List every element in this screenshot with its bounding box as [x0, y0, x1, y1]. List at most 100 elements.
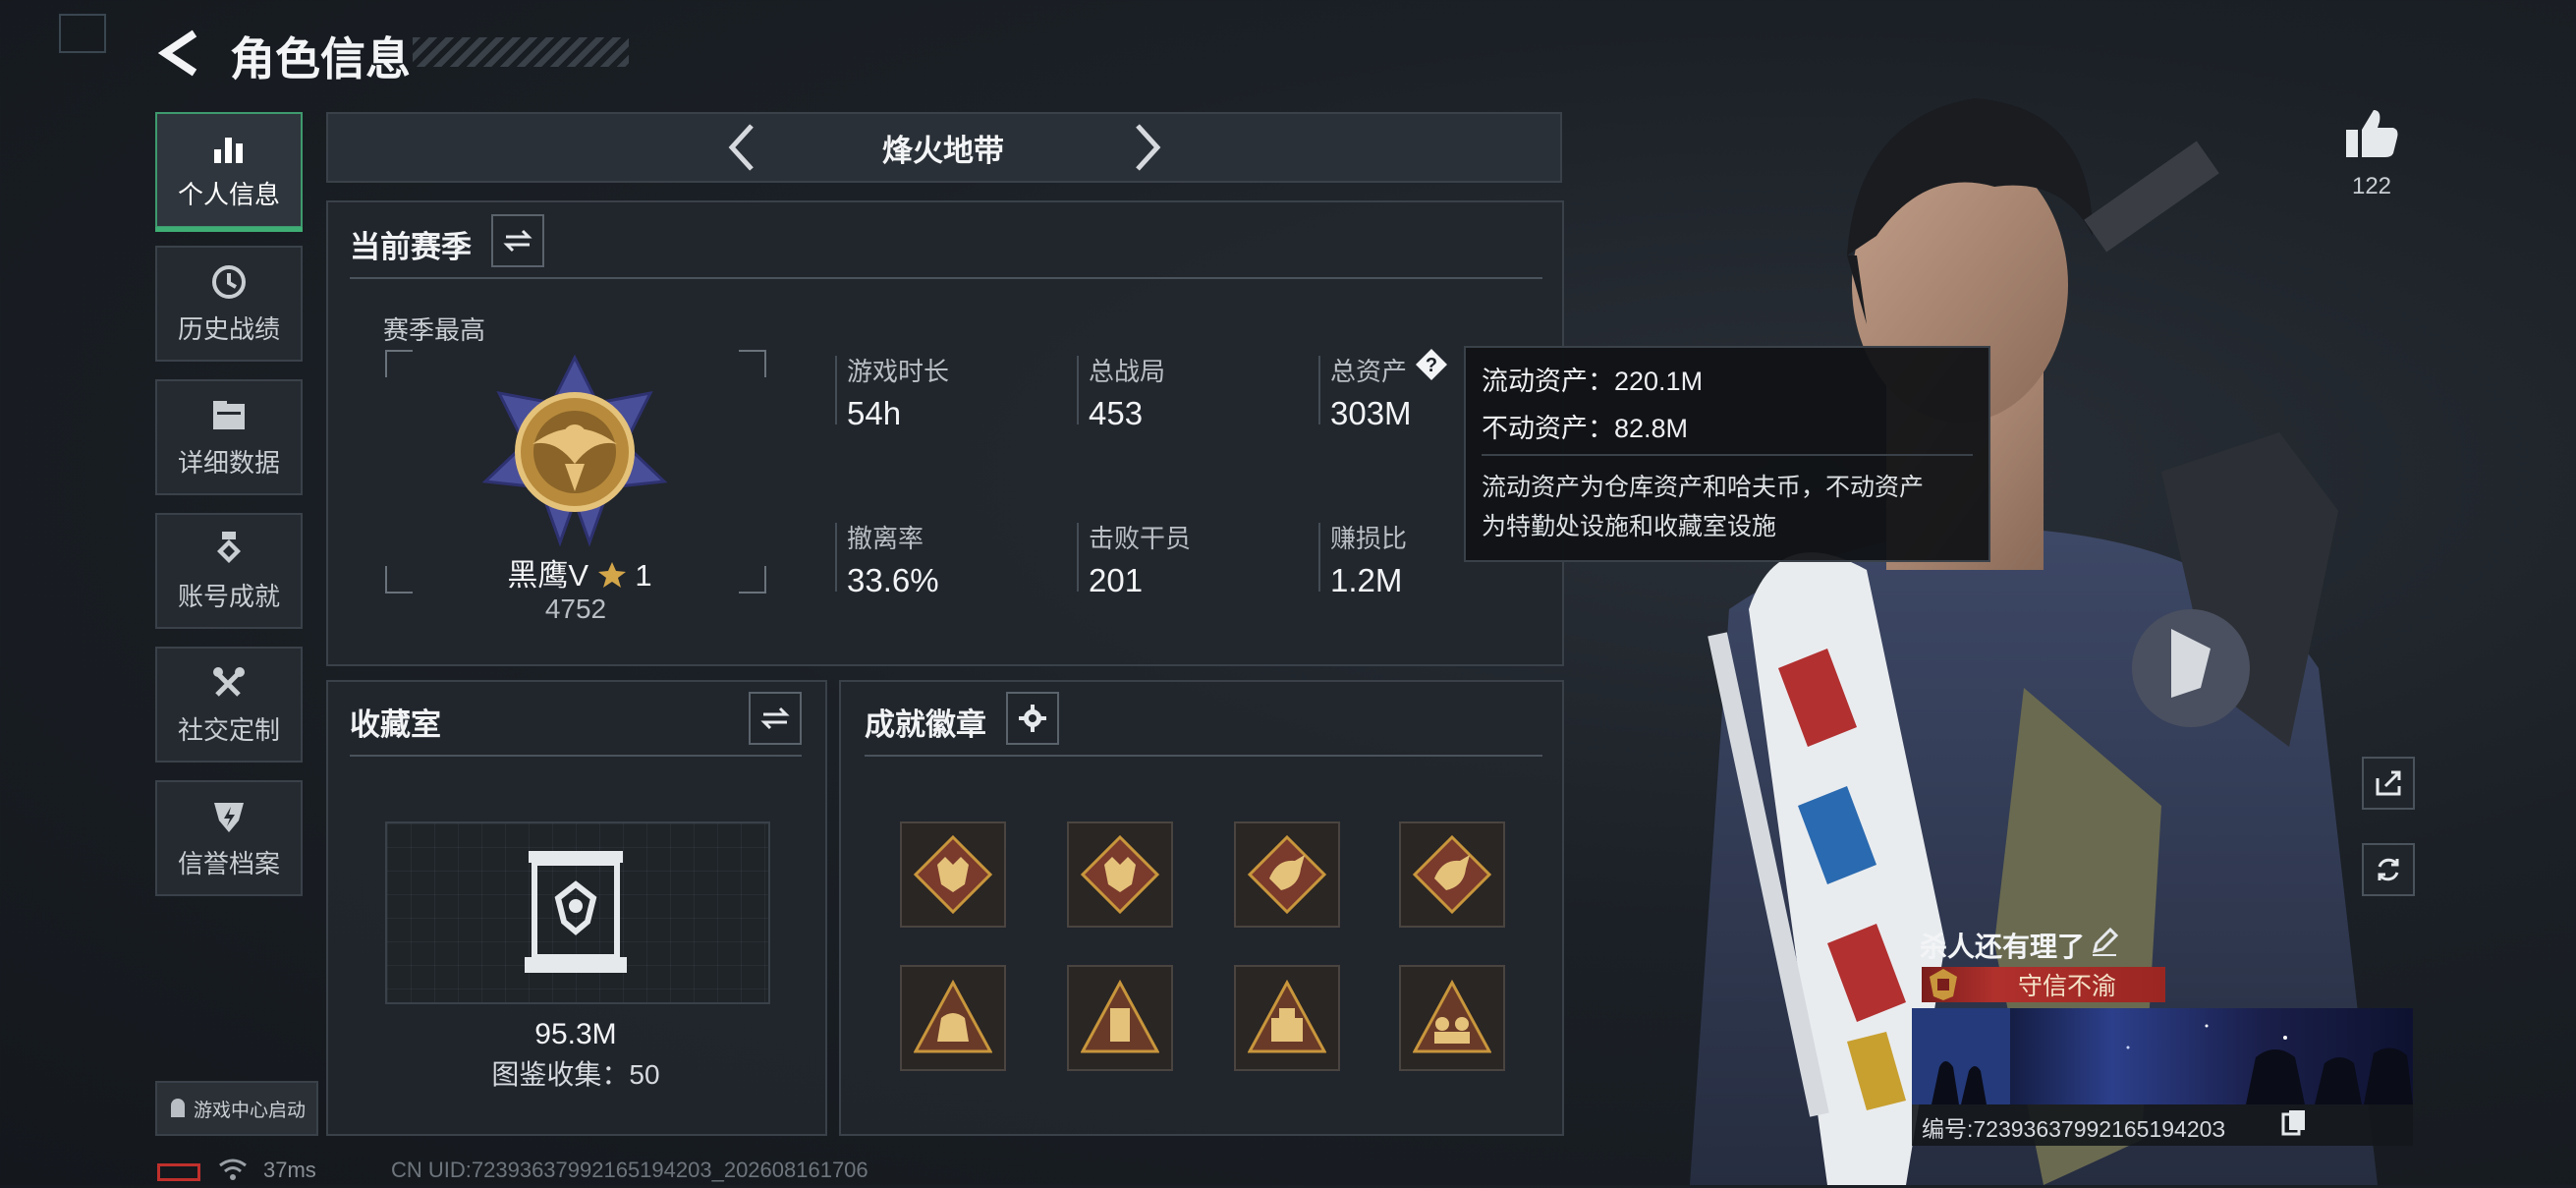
dragon-badge-icon [1413, 835, 1491, 914]
switch-arrows-icon [760, 707, 790, 730]
tooltip-fixed-assets: 不动资产：82.8M [1482, 414, 1689, 443]
like-button[interactable] [2342, 106, 2401, 161]
like-count: 122 [2351, 173, 2392, 199]
achievements-title: 成就徽章 [865, 707, 986, 742]
assets-tooltip: 流动资产：220.1M 不动资产：82.8M 流动资产为仓库资产和哈夫币，不动资… [1464, 346, 1990, 562]
profile-banner[interactable] [1912, 1008, 2413, 1104]
wifi-signal-icon [219, 1159, 247, 1180]
stat-value-profit-ratio: 1.2M [1330, 562, 1403, 598]
bag-badge-icon [914, 979, 992, 1053]
sidebar-item-label: 详细数据 [177, 447, 280, 478]
back-button[interactable] [155, 28, 204, 79]
game-center-button[interactable]: 游戏中心启动 [155, 1081, 318, 1136]
achievement-badge-2[interactable] [1067, 821, 1173, 928]
collection-divider [350, 755, 802, 757]
sidebar-item-personal-info[interactable]: 个人信息 [155, 112, 303, 232]
achievements-settings-button[interactable] [1006, 692, 1059, 745]
wolf-badge-icon [914, 835, 992, 914]
star-icon [597, 562, 626, 588]
mode-next-button[interactable] [1128, 118, 1167, 177]
rank-stars: 1 [635, 558, 652, 593]
refresh-button[interactable] [2362, 843, 2415, 896]
sidebar-item-social-custom[interactable]: 社交定制 [155, 647, 303, 763]
edit-nickname-button[interactable] [2089, 926, 2120, 957]
collection-switch-button[interactable] [749, 692, 802, 745]
stat-bar [835, 356, 837, 424]
achievement-badge-5[interactable] [900, 965, 1006, 1071]
share-button[interactable] [2362, 757, 2415, 810]
title-badge: 守信不渝 [1922, 967, 2165, 1002]
title-stripes [413, 37, 629, 67]
stat-value-playtime: 54h [847, 395, 902, 431]
uid-label: CN UID:72393637992165194203_202608161706 [391, 1158, 868, 1182]
pencil-icon [2092, 927, 2119, 956]
stat-label-total-assets: 总资产 [1330, 357, 1408, 386]
sidebar-item-label: 个人信息 [177, 179, 280, 209]
player-nickname: 杀人还有理了 [1920, 932, 2086, 962]
stat-label-extract-rate: 撤离率 [847, 524, 924, 553]
assets-help-icon[interactable]: ? [1415, 348, 1448, 381]
frame-corner [59, 14, 106, 53]
stat-bar [1077, 356, 1079, 424]
collection-title: 收藏室 [350, 707, 441, 742]
tooltip-liquid-assets: 流动资产：220.1M [1482, 367, 1704, 396]
dragon-badge-icon [1248, 835, 1326, 914]
thumbs-up-icon [2346, 110, 2398, 157]
game-center-label: 游戏中心启动 [193, 1100, 306, 1121]
wrench-tools-icon [213, 666, 245, 697]
rank-name-text: 黑鹰V [507, 558, 589, 593]
achievements-divider [865, 755, 1542, 757]
mode-label: 烽火地带 [882, 134, 1004, 168]
sidebar-item-reputation[interactable]: 信誉档案 [155, 780, 303, 896]
collection-catalog: 图鉴收集：50 [491, 1059, 660, 1090]
achievement-badge-7[interactable] [1234, 965, 1340, 1071]
copy-serial-button[interactable] [2279, 1106, 2309, 1136]
wolf-badge-icon [1081, 835, 1159, 914]
season-highest-label: 赛季最高 [383, 315, 486, 345]
sidebar-item-detail-data[interactable]: 详细数据 [155, 379, 303, 495]
stat-label-kills: 击败干员 [1089, 524, 1192, 553]
season-divider [350, 277, 1542, 279]
stat-value-extract-rate: 33.6% [847, 562, 939, 598]
stat-value-total-matches: 453 [1089, 395, 1144, 431]
stat-label-playtime: 游戏时长 [847, 357, 950, 386]
stat-bar [1077, 523, 1079, 592]
sidebar-item-history[interactable]: 历史战绩 [155, 246, 303, 362]
rank-name: 黑鹰V 1 [491, 550, 668, 594]
collection-value: 95.3M [534, 1018, 617, 1050]
copy-icon [2281, 1110, 2305, 1136]
stat-label-profit-ratio: 赚损比 [1330, 524, 1408, 553]
achievement-badge-1[interactable] [900, 821, 1006, 928]
profile-serial: 编号:7239363799216519420З [1922, 1116, 2226, 1142]
sidebar-item-label: 信誉档案 [177, 848, 280, 878]
squad-badge-icon [1413, 979, 1491, 1053]
tooltip-divider [1482, 454, 1973, 456]
folder-icon [213, 400, 245, 429]
crate-badge-icon [1248, 979, 1326, 1053]
display-case [525, 849, 627, 975]
title-emblem-icon [1930, 969, 1957, 1000]
stat-bar [1318, 356, 1320, 424]
switch-arrows-icon [503, 229, 532, 253]
title-badge-label: 守信不渝 [2018, 973, 2117, 1000]
chevron-left-icon [728, 124, 754, 171]
chevron-right-icon [1136, 124, 1161, 171]
achievement-badge-6[interactable] [1067, 965, 1173, 1071]
achievement-badge-4[interactable] [1399, 821, 1505, 928]
mode-prev-button[interactable] [722, 118, 761, 177]
season-switch-button[interactable] [491, 214, 544, 267]
stat-value-kills: 201 [1089, 562, 1144, 598]
achievement-badge-8[interactable] [1399, 965, 1505, 1071]
back-arrow-icon [157, 29, 197, 77]
sidebar-item-account-achievement[interactable]: 账号成就 [155, 513, 303, 629]
medal-icon [217, 531, 241, 563]
battery-icon [157, 1163, 200, 1181]
tooltip-description-line1: 流动资产为仓库资产和哈夫币，不动资产 [1482, 474, 1925, 501]
sidebar-item-label: 社交定制 [177, 714, 280, 745]
rank-points: 4752 [544, 594, 607, 624]
page-title: 角色信息 [230, 33, 411, 85]
svg-text:?: ? [1426, 355, 1437, 376]
refresh-icon [2378, 858, 2399, 881]
achievement-badge-3[interactable] [1234, 821, 1340, 928]
eagle-rank-emblem-icon [481, 354, 668, 547]
